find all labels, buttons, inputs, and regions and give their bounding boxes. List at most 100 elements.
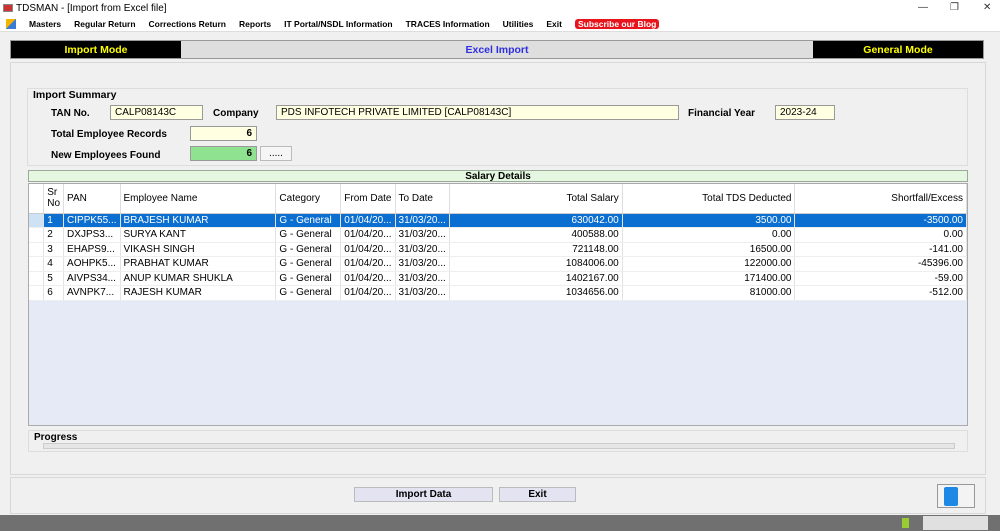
table-cell: 01/04/20...: [340, 227, 396, 243]
excel-import-label: Excel Import: [465, 43, 529, 56]
column-header[interactable]: Total Salary: [449, 184, 623, 214]
table-cell: 1084006.00: [449, 256, 623, 272]
total-records-field: 6: [190, 126, 257, 141]
table-cell: EHAPS9...: [63, 242, 121, 257]
table-cell: 122000.00: [622, 256, 796, 272]
document-icon: [944, 487, 958, 506]
table-cell: 01/04/20...: [340, 271, 396, 286]
subscribe-blog-button[interactable]: Subscribe our Blog: [574, 19, 660, 29]
menu-utilities[interactable]: Utilities: [503, 19, 534, 29]
table-row[interactable]: 2 DXJPS3... SURYA KANT G - General 01/04/20.…: [29, 227, 967, 243]
table-cell: 1: [43, 213, 65, 228]
table-cell: G - General: [275, 213, 342, 228]
table-cell: -45396.00: [794, 256, 967, 272]
financial-year-field[interactable]: 2023-24: [775, 105, 835, 120]
table-cell: G - General: [275, 271, 342, 286]
tan-label: TAN No.: [51, 108, 90, 119]
total-records-label: Total Employee Records: [51, 129, 167, 140]
table-row[interactable]: 1 CIPPK55... BRAJESH KUMAR G - General 01/04…: [29, 213, 967, 228]
table-cell: 81000.00: [622, 285, 796, 301]
table-cell: 16500.00: [622, 242, 796, 257]
table-cell: VIKASH SINGH: [120, 242, 277, 257]
table-cell: 5: [43, 271, 65, 286]
table-cell: 01/04/20...: [340, 213, 396, 228]
table-cell: 31/03/20...: [395, 271, 450, 286]
table-cell: 31/03/20...: [395, 213, 450, 228]
table-row[interactable]: 3 EHAPS9... VIKASH SINGH G - General 01/04/2…: [29, 242, 967, 257]
table-cell: G - General: [275, 242, 342, 257]
table-cell: PRABHAT KUMAR: [120, 256, 277, 272]
table-cell: AIVPS34...: [63, 271, 121, 286]
minimize-icon[interactable]: —: [918, 2, 928, 13]
view-new-employees-button[interactable]: .....: [260, 146, 292, 161]
table-cell: DXJPS3...: [63, 227, 121, 243]
table-cell: 0.00: [622, 227, 796, 243]
title-bar: TDSMAN - [Import from Excel file] — ❐ ✕: [0, 0, 1000, 17]
row-header[interactable]: [29, 242, 45, 257]
row-header[interactable]: [29, 227, 45, 243]
import-data-button[interactable]: Import Data: [354, 487, 493, 502]
row-header[interactable]: [29, 213, 45, 228]
column-header[interactable]: PAN: [63, 184, 121, 214]
table-row[interactable]: 4 AOHPK5... PRABHAT KUMAR G - General 01/04/…: [29, 256, 967, 272]
status-panel: [923, 516, 988, 530]
column-header[interactable]: Total TDS Deducted: [622, 184, 796, 214]
table-cell: 3: [43, 242, 65, 257]
column-header[interactable]: Employee Name: [120, 184, 277, 214]
menu-bar: Masters Regular Return Corrections Retur…: [0, 17, 1000, 32]
salary-details-header: Salary Details: [28, 170, 968, 182]
menu-it-portal[interactable]: IT Portal/NSDL Information: [284, 19, 392, 29]
progress-bar: [43, 443, 955, 449]
table-cell: AOHPK5...: [63, 256, 121, 272]
table-cell: 01/04/20...: [340, 242, 396, 257]
progress-group: Progress: [28, 430, 968, 452]
column-header[interactable]: Sr No: [43, 184, 65, 214]
menu-regular-return[interactable]: Regular Return: [74, 19, 135, 29]
table-cell: 400588.00: [449, 227, 623, 243]
table-cell: 721148.00: [449, 242, 623, 257]
table-cell: 01/04/20...: [340, 256, 396, 272]
bottom-bar: [10, 477, 986, 514]
table-cell: 630042.00: [449, 213, 623, 228]
app-menu-icon[interactable]: [6, 19, 16, 29]
row-header[interactable]: [29, 256, 45, 272]
table-cell: 171400.00: [622, 271, 796, 286]
document-button[interactable]: [937, 484, 975, 508]
table-cell: G - General: [275, 285, 342, 301]
menu-traces[interactable]: TRACES Information: [406, 19, 490, 29]
column-header[interactable]: Category: [275, 184, 342, 214]
table-cell: 0.00: [794, 227, 967, 243]
menu-masters[interactable]: Masters: [29, 19, 61, 29]
table-cell: 4: [43, 256, 65, 272]
restore-icon[interactable]: ❐: [950, 2, 959, 13]
new-employees-field: 6: [190, 146, 257, 161]
table-cell: 31/03/20...: [395, 227, 450, 243]
company-field[interactable]: PDS INFOTECH PRIVATE LIMITED [CALP08143C…: [276, 105, 679, 120]
close-icon[interactable]: ✕: [983, 2, 991, 13]
table-cell: 31/03/20...: [395, 285, 450, 301]
import-summary: [27, 88, 968, 166]
mode-bar: Import Mode Excel Import General Mode: [10, 40, 984, 59]
menu-reports[interactable]: Reports: [239, 19, 271, 29]
column-header[interactable]: To Date: [395, 184, 450, 214]
app-icon: [3, 4, 13, 12]
general-mode-label: General Mode: [813, 41, 983, 58]
row-header[interactable]: [29, 271, 45, 286]
menu-exit[interactable]: Exit: [546, 19, 562, 29]
import-summary-title: Import Summary: [33, 89, 117, 101]
new-employees-label: New Employees Found: [51, 150, 161, 161]
row-header[interactable]: [29, 285, 45, 301]
table-cell: 01/04/20...: [340, 285, 396, 301]
column-header[interactable]: From Date: [340, 184, 396, 214]
tan-field[interactable]: CALP08143C: [110, 105, 203, 120]
progress-label: Progress: [34, 432, 78, 443]
table-row[interactable]: 6 AVNPK7... RAJESH KUMAR G - General 01/04/2…: [29, 285, 967, 301]
table-row[interactable]: 5 AIVPS34... ANUP KUMAR SHUKLA G - General 0…: [29, 271, 967, 286]
column-header[interactable]: Shortfall/Excess: [794, 184, 967, 214]
menu-corrections-return[interactable]: Corrections Return: [149, 19, 226, 29]
import-mode-label: Import Mode: [11, 41, 181, 58]
table-cell: G - General: [275, 256, 342, 272]
company-label: Company: [213, 108, 259, 119]
table-cell: 2: [43, 227, 65, 243]
exit-button[interactable]: Exit: [499, 487, 576, 502]
